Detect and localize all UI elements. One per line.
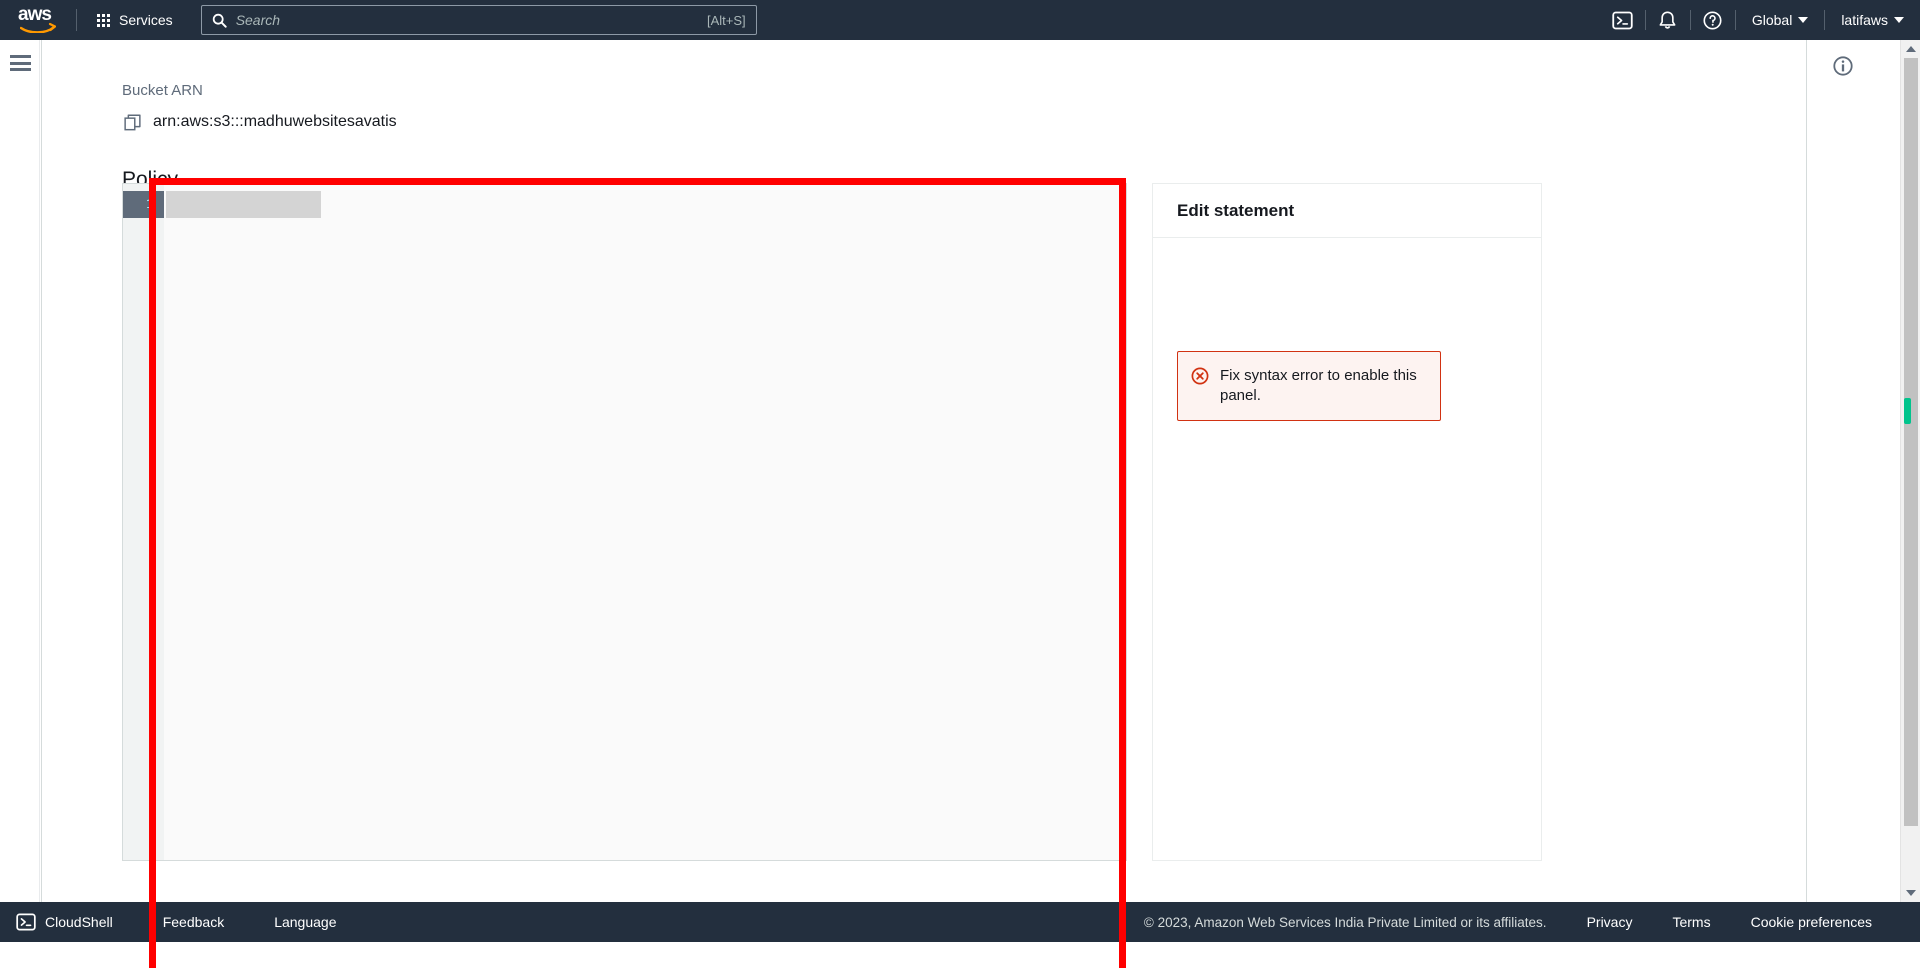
copy-icon[interactable] bbox=[124, 114, 141, 131]
aws-logo-smile-icon bbox=[20, 22, 56, 33]
footer-cookie-preferences-link[interactable]: Cookie preferences bbox=[1751, 914, 1872, 930]
error-circle-x-icon bbox=[1191, 367, 1209, 385]
account-menu[interactable]: latifaws bbox=[1825, 0, 1920, 40]
hamburger-menu-icon bbox=[10, 55, 31, 58]
cloudshell-terminal-icon bbox=[1612, 10, 1633, 31]
grid-apps-icon bbox=[97, 14, 110, 27]
scroll-down-arrow-icon bbox=[1906, 890, 1916, 896]
chevron-down-icon bbox=[1894, 17, 1904, 23]
search-shortcut-hint: [Alt+S] bbox=[707, 13, 746, 28]
footer-cloudshell-button[interactable]: CloudShell bbox=[16, 912, 113, 932]
edit-statement-panel: Edit statement Fix syntax error to enabl… bbox=[1152, 183, 1542, 861]
bell-icon bbox=[1657, 10, 1678, 31]
bucket-arn-row: arn:aws:s3:::madhuwebsitesavatis bbox=[124, 113, 397, 131]
notifications-button[interactable] bbox=[1646, 0, 1690, 40]
chevron-down-icon bbox=[1798, 17, 1808, 23]
policy-code-editor[interactable]: 1 bbox=[122, 183, 1127, 861]
services-menu-button[interactable]: Services bbox=[91, 8, 179, 32]
bucket-arn-value: arn:aws:s3:::madhuwebsitesavatis bbox=[153, 113, 397, 131]
footer-copyright: © 2023, Amazon Web Services India Privat… bbox=[1144, 915, 1547, 930]
editor-gutter: 1 bbox=[123, 184, 164, 860]
footer-privacy-link[interactable]: Privacy bbox=[1587, 914, 1633, 930]
footer-left-links: Feedback Language bbox=[163, 914, 337, 930]
cloudshell-launch-button[interactable] bbox=[1601, 0, 1645, 40]
scrollbar-thumb[interactable] bbox=[1904, 58, 1918, 826]
editor-selection-highlight bbox=[166, 191, 321, 218]
footer-right-links: © 2023, Amazon Web Services India Privat… bbox=[1144, 914, 1872, 930]
footer-language-link[interactable]: Language bbox=[274, 914, 336, 930]
syntax-error-alert: Fix syntax error to enable this panel. bbox=[1177, 351, 1441, 421]
scrollbar-up-button[interactable] bbox=[1901, 40, 1920, 58]
global-search-bar[interactable]: [Alt+S] bbox=[201, 5, 757, 35]
scrollbar-down-button[interactable] bbox=[1901, 884, 1920, 902]
footer-feedback-link[interactable]: Feedback bbox=[163, 914, 224, 930]
left-side-rail bbox=[0, 40, 40, 902]
top-navigation-bar: aws Services [Alt+S] bbox=[0, 0, 1920, 40]
main-content-panel: Bucket ARN arn:aws:s3:::madhuwebsitesava… bbox=[41, 40, 1805, 902]
top-nav-right-group: Global latifaws bbox=[1601, 0, 1920, 40]
sidebar-toggle-button[interactable] bbox=[10, 55, 31, 71]
info-side-rail bbox=[1806, 40, 1880, 902]
edit-statement-header: Edit statement bbox=[1153, 184, 1541, 238]
region-label: Global bbox=[1752, 12, 1792, 28]
nav-divider bbox=[76, 9, 77, 31]
account-label: latifaws bbox=[1841, 12, 1888, 28]
services-label: Services bbox=[119, 12, 173, 28]
syntax-error-message: Fix syntax error to enable this panel. bbox=[1220, 366, 1426, 406]
cloudshell-terminal-icon bbox=[16, 912, 36, 932]
help-button[interactable] bbox=[1691, 0, 1735, 40]
footer-terms-link[interactable]: Terms bbox=[1672, 914, 1710, 930]
bucket-arn-label: Bucket ARN bbox=[122, 82, 203, 99]
page-scrollbar-track[interactable] bbox=[1900, 40, 1920, 902]
search-icon bbox=[212, 13, 227, 28]
footer-bar: CloudShell Feedback Language © 2023, Ama… bbox=[0, 902, 1920, 942]
editor-line-number: 1 bbox=[123, 191, 164, 218]
editor-code-area[interactable] bbox=[164, 184, 1126, 860]
search-input[interactable] bbox=[236, 12, 707, 28]
info-circle-icon[interactable] bbox=[1832, 55, 1854, 77]
aws-logo[interactable]: aws bbox=[18, 5, 62, 35]
region-selector[interactable]: Global bbox=[1736, 0, 1824, 40]
footer-cloudshell-label: CloudShell bbox=[45, 914, 113, 930]
scroll-up-arrow-icon bbox=[1906, 46, 1916, 52]
edit-statement-title: Edit statement bbox=[1177, 201, 1294, 221]
question-circle-icon bbox=[1702, 10, 1723, 31]
scrollbar-position-marker bbox=[1904, 398, 1911, 424]
